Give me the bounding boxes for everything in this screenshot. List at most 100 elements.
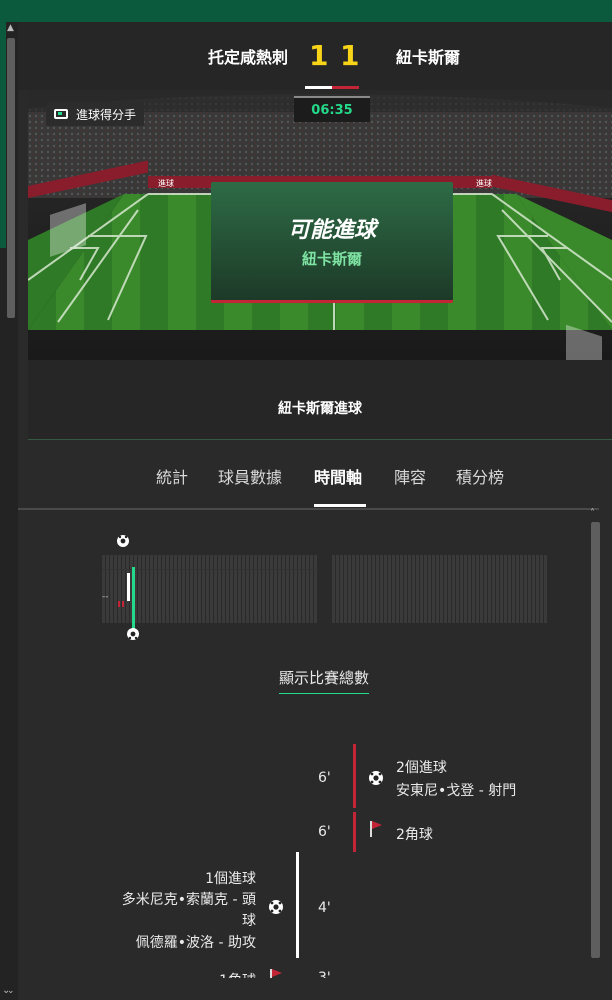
timeline-minute-cell (444, 555, 447, 623)
timeline-minute-cell (400, 555, 403, 623)
timeline-minute-cell (102, 555, 105, 623)
live-event-card: 可能進球 紐卡斯爾 (211, 182, 453, 303)
away-event-tick (122, 601, 124, 607)
app-top-bar (0, 0, 612, 22)
left-scroll-up-arrow-icon[interactable]: ▲ (7, 23, 14, 33)
timeline-minute-cell (508, 555, 511, 623)
timeline-minute-cell (106, 555, 109, 623)
timeline-minute-cell (336, 555, 339, 623)
second-half-bars (332, 555, 547, 623)
scoreboard: 托定咸熱刺 1 1 紐卡斯爾 (18, 22, 612, 90)
event-title: 2角球 (396, 827, 433, 843)
timeline-scroll-area[interactable]: -- 顯示比賽總數 6' 2個進球 安東尼•戈登 - 射門 6' 2角球 1個進… (18, 512, 588, 978)
show-match-total-link[interactable]: 顯示比賽總數 (18, 667, 588, 694)
timeline-minute-cell (118, 555, 121, 623)
tab-lineups[interactable]: 陣容 (394, 464, 426, 488)
ball-icon (127, 628, 139, 640)
timeline-minute-cell (150, 555, 153, 623)
timeline-minute-cell (162, 555, 165, 623)
timeline-minute-cell (290, 555, 293, 623)
tab-standings[interactable]: 積分榜 (456, 464, 504, 488)
timeline-minute-cell (226, 555, 229, 623)
timeline-minute-cell (360, 555, 363, 623)
timeline-minute-cell (190, 555, 193, 623)
timeline-minute-cell (372, 555, 375, 623)
away-event-tick (118, 601, 120, 607)
goal-scorer-label: 進球得分手 (76, 107, 137, 122)
tab-stats[interactable]: 統計 (156, 464, 188, 488)
timeline-minute-cell (512, 555, 515, 623)
timeline-minute-cell (262, 555, 265, 623)
timeline-minute-cell (138, 555, 141, 623)
timeline-minute-cell (428, 555, 431, 623)
timeline-minute-cell (178, 555, 181, 623)
timeline-minute-cell (464, 555, 467, 623)
pitch-caption-bar: 紐卡斯爾進球 (28, 360, 612, 440)
show-match-total-label: 顯示比賽總數 (278, 669, 369, 694)
home-score: 1 (309, 39, 329, 72)
event-detail-continued: 球 (242, 913, 256, 929)
left-scrollbar-thumb[interactable] (7, 38, 15, 318)
home-momentum-bar (127, 573, 130, 601)
score-team-color-bar (305, 86, 359, 89)
timeline-minute-cell (356, 555, 359, 623)
timeline-minute-cell (298, 555, 301, 623)
away-team-name: 紐卡斯爾 (396, 48, 461, 67)
ball-icon (269, 900, 283, 914)
event-detail: 安東尼•戈登 - 射門 (396, 783, 517, 799)
timeline-minute-cell (480, 555, 483, 623)
tab-timeline[interactable]: 時間軸 (314, 464, 362, 488)
timeline-minute-cell (222, 555, 225, 623)
ball-icon (369, 771, 383, 785)
timeline-minute-cell (270, 555, 273, 623)
event-minute: 6' (318, 770, 331, 786)
timeline-minute-cell (412, 555, 415, 623)
pitch-caption-text: 紐卡斯爾進球 (278, 401, 362, 417)
scoreboard-icon (54, 109, 68, 119)
timeline-minute-cell (380, 555, 383, 623)
tab-player-data[interactable]: 球員數據 (218, 464, 282, 488)
timeline-minute-cell (114, 555, 117, 623)
timeline-minute-cell (344, 555, 347, 623)
match-clock: 06:35 (294, 96, 370, 122)
timeline-minute-cell (440, 555, 443, 623)
event-title: 2個進球 (396, 760, 447, 776)
timeline-minute-cell (424, 555, 427, 623)
ad-board-text: 進球 (158, 178, 174, 188)
timeline-minute-cell (472, 555, 475, 623)
timeline-minute-cell (110, 555, 113, 623)
match-panel: 托定咸熱刺 1 1 紐卡斯爾 進球 進球 進球得分手 06:35 可能進球 紐卡… (18, 22, 612, 1000)
event-card-title: 可能進球 (287, 218, 376, 243)
event-assist: 佩德羅•波洛 - 助攻 (135, 935, 256, 951)
timeline-minute-cell (520, 555, 523, 623)
timeline-minute-cell (364, 555, 367, 623)
timeline-minute-cell (306, 555, 309, 623)
timeline-minute-cell (476, 555, 479, 623)
current-time-marker (132, 567, 135, 637)
timeline-minute-cell (544, 555, 547, 623)
timeline-minute-cell (254, 555, 257, 623)
event-minute: 4' (318, 900, 331, 916)
home-team-name: 托定咸熱刺 (207, 48, 288, 67)
timeline-scrollbar-thumb[interactable] (591, 522, 600, 958)
timeline-minute-cell (368, 555, 371, 623)
timeline-minute-cell (210, 555, 213, 623)
timeline-minute-cell (214, 555, 217, 623)
page-scroll-down-arrow-icon[interactable]: ⌄ (2, 985, 10, 996)
timeline-minute-cell (274, 555, 277, 623)
match-tabs: 統計 球員數據 時間軸 陣容 積分榜 (18, 440, 612, 508)
match-momentum-timeline: -- (102, 535, 547, 640)
tabs-divider (18, 508, 599, 510)
away-event-bar (353, 744, 356, 808)
timeline-scroll-up-arrow-icon[interactable]: ˄ (590, 508, 595, 519)
timeline-minute-cell (408, 555, 411, 623)
timeline-dash-marker: -- (102, 592, 109, 602)
timeline-minute-cell (302, 555, 305, 623)
timeline-minute-cell (266, 555, 269, 623)
timeline-minute-cell (388, 555, 391, 623)
goal-scorer-toggle[interactable]: 進球得分手 (46, 102, 145, 126)
timeline-minute-cell (166, 555, 169, 623)
timeline-minute-cell (122, 555, 125, 623)
timeline-minute-cell (468, 555, 471, 623)
event-minute: 3' (318, 970, 331, 978)
